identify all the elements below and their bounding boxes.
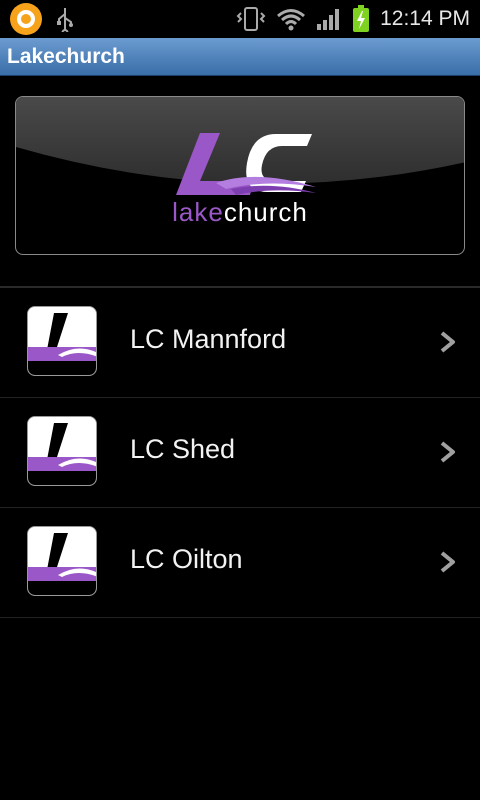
vibrate-icon bbox=[236, 7, 266, 31]
status-bar: 12:14 PM bbox=[0, 0, 480, 38]
status-clock: 12:14 PM bbox=[380, 7, 470, 30]
lc-logo-thumbnail bbox=[27, 526, 97, 596]
list-item-label: LC Mannford bbox=[130, 324, 287, 354]
signal-icon bbox=[317, 9, 340, 30]
list-item-oilton[interactable]: LC Oilton bbox=[0, 508, 480, 618]
banner: lakechurch bbox=[15, 96, 465, 255]
chevron-right-icon bbox=[440, 331, 455, 353]
list-item-mannford[interactable]: LC Mannford bbox=[0, 288, 480, 398]
wifi-icon bbox=[277, 9, 306, 31]
battery-charging-icon bbox=[353, 5, 370, 32]
list-item-label: LC Shed bbox=[130, 434, 236, 464]
location-list: LC Mannford LC Shed LC Oilton bbox=[0, 288, 480, 618]
chevron-right-icon bbox=[440, 551, 455, 573]
lc-logo-thumbnail bbox=[27, 306, 97, 376]
chevron-right-icon bbox=[440, 441, 455, 463]
list-item-label: LC Oilton bbox=[130, 544, 243, 574]
brand-wordmark-part1: lake bbox=[172, 197, 224, 227]
banner-logo bbox=[16, 97, 464, 195]
brand-wordmark: lakechurch bbox=[16, 197, 464, 228]
usb-icon bbox=[57, 8, 73, 32]
notification-app-icon bbox=[10, 3, 42, 35]
title-bar: Lakechurch bbox=[0, 38, 480, 76]
app-title: Lakechurch bbox=[7, 44, 125, 68]
brand-wordmark-part2: church bbox=[223, 197, 308, 227]
lc-logo-thumbnail bbox=[27, 416, 97, 486]
list-item-shed[interactable]: LC Shed bbox=[0, 398, 480, 508]
